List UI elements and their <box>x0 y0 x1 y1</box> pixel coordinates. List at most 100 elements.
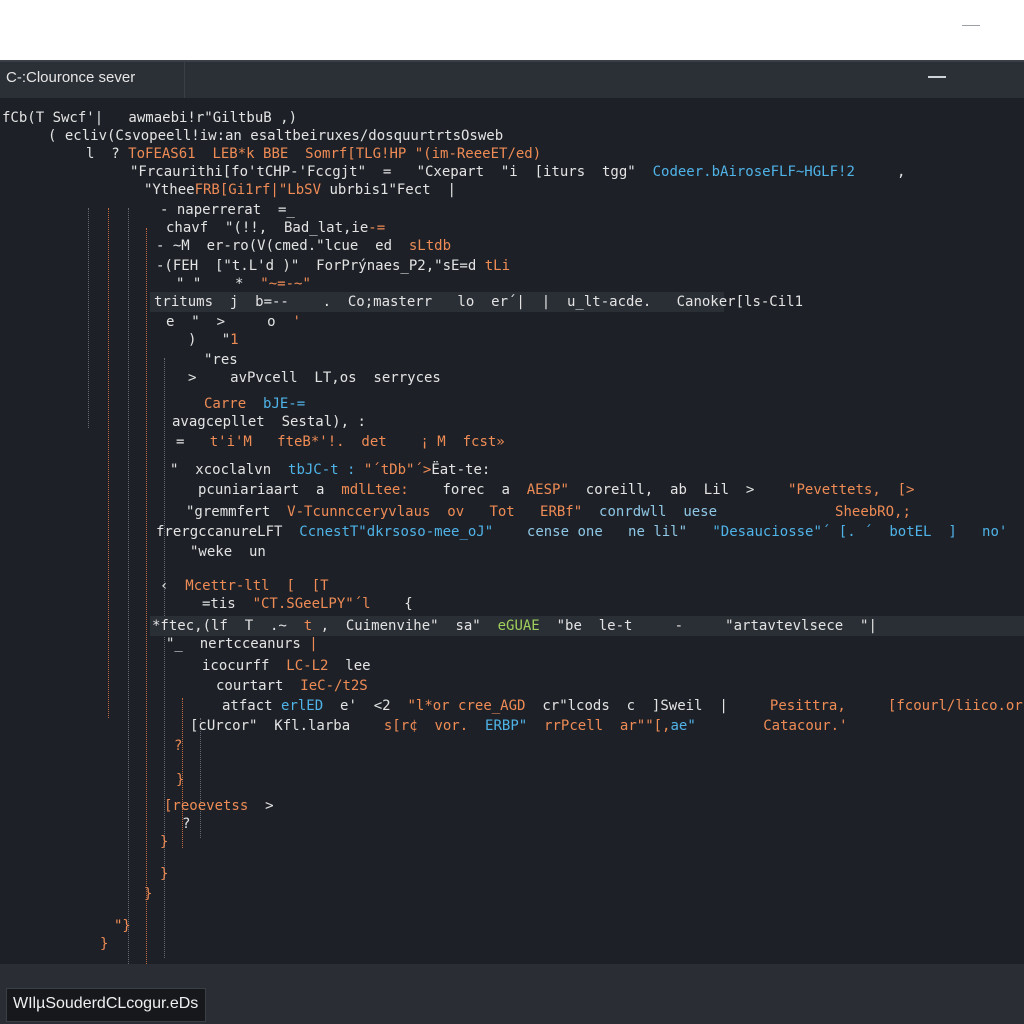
code-token: ) " <box>188 332 231 348</box>
code-line: "res <box>204 350 238 370</box>
code-token: "be le-t - "artavtevlsece "| <box>539 618 877 634</box>
code-token: [reoevetss <box>164 798 249 814</box>
status-panel[interactable]: WIlµSouderdCLcogur.eDs <box>6 988 206 1022</box>
indent-guide <box>88 208 89 428</box>
code-token: Catacour.' <box>695 718 848 734</box>
code-token: ae" <box>670 718 696 734</box>
code-token: , <box>854 164 906 180</box>
code-line: - naperrerat =_ <box>160 200 295 220</box>
code-line: - ~M er-ro(V(cmed."lcue ed sLtdb <box>156 236 451 256</box>
code-token: ubrbis1"Fect | <box>321 182 456 198</box>
code-token: coreill, ab Lil > <box>568 482 755 498</box>
code-editor[interactable]: fCb(T Swcf'| awmaebi!r"GiltbuB ,) ( ecli… <box>0 98 1024 964</box>
code-token: no' <box>956 524 1008 540</box>
code-token: ? <box>182 816 191 832</box>
code-line: "YtheeFRB[Gi1rf|"LbSV ubrbis1"Fect | <box>144 180 456 200</box>
code-token: ERBP" <box>468 718 528 734</box>
code-line: "} <box>114 916 131 936</box>
code-token: t <box>303 618 313 634</box>
code-line: "gremmfert V-Tcunncceryvlaus ov Tot ERBf… <box>186 502 911 522</box>
code-token: { <box>370 596 413 612</box>
code-token: } <box>160 834 169 850</box>
code-line: chavf "(!!, Bad_lat,ie-= <box>166 218 385 238</box>
code-line: pcuniariaart a mdlLtee: forec a AESP" co… <box>198 480 915 500</box>
code-token: -(FEH ["t.L'd )" ForPrýnaes_P2,"sE=d <box>156 258 485 274</box>
code-line: ‹ Mcettr-ltl [ [T <box>160 576 329 596</box>
code-token: IeC-/t2S <box>300 678 368 694</box>
code-token: AESP" <box>526 482 569 498</box>
code-line: e " > o ' <box>166 312 301 332</box>
code-token: -= <box>368 220 386 236</box>
code-token: = <box>176 434 210 450</box>
code-token: ToFEAS61 LEB*k BBE Somrf[TLG!HP <box>128 146 415 162</box>
code-token: e' <2 <box>323 698 408 714</box>
code-token: mdlLtee: <box>341 482 409 498</box>
title-bar: C-:Clouronce sever <box>0 60 1024 98</box>
window-tab[interactable]: C-:Clouronce sever <box>0 62 185 98</box>
code-token: } <box>144 886 153 902</box>
code-token: conrdwll uese <box>582 504 718 520</box>
code-token: } <box>160 866 169 882</box>
code-line: [reoevetss > <box>164 796 274 816</box>
code-token: *ftec,(lf T .~ <box>152 618 304 634</box>
code-token: erlED <box>281 698 324 714</box>
code-token: sLtdb <box>392 238 452 254</box>
code-token: Pesittra, [fcourl/liico.ors. <box>727 698 1024 714</box>
code-line: } <box>144 884 152 904</box>
code-token: "Ythee <box>144 182 195 198</box>
code-line: icocurff LC-L2 lee <box>202 656 371 676</box>
code-token: "´tDb"´> <box>355 462 432 478</box>
code-token: [cUrcor" Kfl.larba <box>190 718 368 734</box>
code-token: ? <box>174 738 183 754</box>
code-token: "~=-~" <box>260 276 311 292</box>
dash-icon <box>962 25 980 26</box>
code-token: avagcepllet Sestal), <box>172 414 350 430</box>
code-line: ? <box>174 736 182 756</box>
code-line: } <box>176 770 184 790</box>
code-line: =tis "CT.SGeeLPY"´l { <box>202 594 413 614</box>
code-line: tritums j b=-- . Co;masterr lo er´| | u_… <box>154 292 803 312</box>
code-token: - naperrerat =_ <box>160 202 295 218</box>
code-token: "_ nertcceanurs <box>166 636 301 652</box>
code-token: - ~M er-ro(V(cmed."lcue ed <box>156 238 393 254</box>
code-line: atfact erlED e' <2 "l*or cree_AGD cr"lco… <box>222 696 1024 716</box>
window-title: C-:Clouronce sever <box>6 69 136 86</box>
code-token: bJE-= <box>263 396 306 412</box>
code-token: "l*or cree_AGD <box>407 698 526 714</box>
code-token: tritums j b=-- . Co;masterr lo er´| | u_… <box>154 294 804 310</box>
code-line: " xcoclalvn tbJC-t : "´tDb"´>Ëat-te: <box>170 460 490 480</box>
code-line: } <box>160 832 168 852</box>
indent-guide <box>200 718 201 838</box>
code-token: cense one ne lil" <box>493 524 688 540</box>
code-line: "Frcaurithi[fo'tCHP-'Fccgjt" = "Cxepart … <box>130 162 905 182</box>
code-token: "weke un <box>190 544 266 560</box>
code-token: } <box>100 936 109 952</box>
code-line: ( ecliv(Csvopeell!iw:an esaltbeiruxes/do… <box>48 126 503 146</box>
code-token: cr"lcods c ]Sweil | <box>525 698 728 714</box>
code-token: " xcoclalvn <box>170 462 289 478</box>
code-token: frergccanureLFT <box>156 524 300 540</box>
code-token: : <box>349 414 366 430</box>
code-token: FRB[Gi1rf|"LbSV <box>194 182 322 198</box>
code-token: "Desauciosse"´ [. ´ botEL ] <box>687 524 957 540</box>
code-token: CcnestT"dkrsoso-mee_oJ" <box>299 524 494 540</box>
code-token: "res <box>204 352 238 368</box>
indent-guide <box>108 208 109 718</box>
code-line: avagcepllet Sestal), : <box>172 412 366 432</box>
code-line: " " * "~=-~" <box>176 274 311 294</box>
indent-guide <box>128 208 129 964</box>
code-token: " " * <box>176 276 261 292</box>
code-token: tLi <box>484 258 511 274</box>
code-line: } <box>160 864 168 884</box>
code-line: } <box>100 934 108 954</box>
minimize-icon[interactable] <box>928 76 946 78</box>
code-token: courtart <box>216 678 301 694</box>
code-token: Ëat-te: <box>431 462 491 478</box>
code-line: "_ nertcceanurs | <box>166 634 318 654</box>
code-token: V-Tcunncceryvlaus ov Tot ERBf" <box>287 504 583 520</box>
code-token: , Cuimenvihe" sa" <box>312 618 481 634</box>
code-token: eGUAE <box>480 618 540 634</box>
code-token: e " > o <box>166 314 293 330</box>
code-line: frergccanureLFT CcnestT"dkrsoso-mee_oJ" … <box>156 522 1007 542</box>
code-token: lee <box>328 658 371 674</box>
